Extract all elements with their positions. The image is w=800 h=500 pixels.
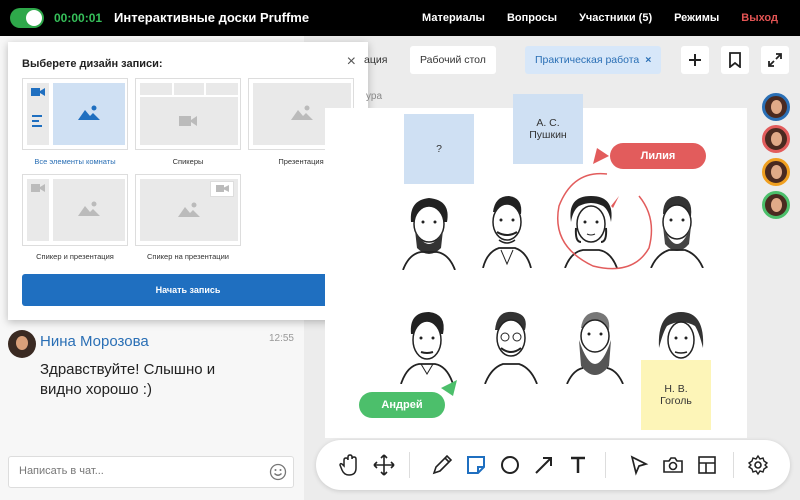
pencil-icon[interactable] — [431, 454, 453, 476]
nav-modes[interactable]: Режимы — [674, 12, 719, 24]
avatar — [8, 330, 36, 358]
cursor-label-liliya: Лилия — [610, 143, 706, 169]
camera-icon — [31, 184, 45, 192]
expand-icon — [768, 53, 782, 67]
top-bar: 00:00:01 Интерактивные доски Pruffme Мат… — [0, 0, 800, 36]
emoji-icon[interactable] — [269, 463, 287, 481]
participant-avatar-4[interactable] — [762, 191, 790, 219]
tab-desktop[interactable]: Рабочий стол — [410, 46, 496, 74]
bookmark-button[interactable] — [721, 46, 749, 74]
start-recording-button[interactable]: Начать запись — [22, 274, 354, 306]
portrait-7 — [566, 312, 624, 384]
portrait-1 — [402, 198, 456, 270]
chat-input[interactable] — [19, 465, 259, 477]
pointer-arrow-green — [441, 380, 457, 396]
nav-participants[interactable]: Участники (5) — [579, 12, 652, 24]
tab-practical-label: Практическая работа — [535, 54, 640, 66]
chat-author: Нина Морозова — [40, 333, 149, 350]
camera-icon[interactable] — [662, 454, 684, 476]
plus-icon — [689, 54, 701, 66]
nav-materials[interactable]: Материалы — [422, 12, 485, 24]
camera-icon — [216, 185, 229, 192]
image-icon — [178, 202, 200, 217]
design-option-speakers[interactable] — [135, 78, 241, 150]
nav-questions[interactable]: Вопросы — [507, 12, 557, 24]
camera-icon — [31, 88, 45, 96]
add-tab-button[interactable] — [681, 46, 709, 74]
sticky-note-icon[interactable] — [465, 454, 487, 476]
tab-desktop-label: Рабочий стол — [420, 54, 486, 66]
design-option-speaker-presentation-label: Спикер и презентация — [36, 252, 114, 261]
participant-avatar-2[interactable] — [762, 125, 790, 153]
toolbar-divider — [409, 452, 410, 478]
toggle-knob — [26, 10, 42, 26]
drawing-toolbar — [316, 440, 790, 490]
chat-text: Здравствуйте! Слышно и видно хорошо :) — [40, 361, 216, 398]
breadcrumb: ура — [366, 91, 383, 102]
sticky-note-question[interactable]: ? — [404, 114, 474, 184]
layout-icon[interactable] — [696, 454, 718, 476]
design-option-all[interactable] — [22, 78, 128, 150]
text-icon[interactable] — [567, 454, 589, 476]
presentation-list-icon — [32, 115, 42, 127]
image-icon — [291, 105, 313, 120]
toolbar-divider — [605, 452, 606, 478]
hand-icon[interactable] — [338, 454, 360, 476]
image-icon — [78, 105, 100, 120]
image-icon — [78, 201, 100, 216]
toolbar-divider — [733, 452, 734, 478]
design-option-speaker-on-presentation[interactable] — [135, 174, 241, 246]
portrait-6 — [484, 311, 538, 384]
portrait-gogol — [658, 312, 704, 359]
settings-icon[interactable] — [747, 454, 769, 476]
chat-input-box — [8, 456, 294, 488]
board-tabs: ация Рабочий стол Практическая работа × — [304, 36, 800, 86]
top-nav: Материалы Вопросы Участники (5) Режимы В… — [422, 0, 800, 36]
participant-avatar-3[interactable] — [762, 158, 790, 186]
cursor-label-andrey: Андрей — [359, 392, 445, 418]
participant-avatar-1[interactable] — [762, 93, 790, 121]
portrait-2 — [482, 196, 532, 268]
recording-toggle[interactable] — [10, 8, 44, 28]
pointer-arrow-red — [593, 148, 609, 164]
modal-title: Выберете дизайн записи: — [22, 58, 163, 70]
tab-close-icon[interactable]: × — [645, 54, 651, 66]
tab-practical-work[interactable]: Практическая работа × — [525, 46, 662, 74]
bookmark-icon — [729, 52, 741, 68]
pointer-icon[interactable] — [628, 454, 650, 476]
arrow-icon[interactable] — [533, 454, 555, 476]
exit-button[interactable]: Выход — [741, 12, 778, 24]
chat-time: 12:55 — [268, 333, 294, 344]
camera-icon — [179, 116, 197, 126]
session-timer: 00:00:01 — [54, 11, 103, 25]
fullscreen-button[interactable] — [761, 46, 789, 74]
portrait-5 — [400, 312, 454, 384]
design-option-speakers-label: Спикеры — [172, 157, 204, 166]
move-icon[interactable] — [373, 454, 395, 476]
highlight-circle — [557, 172, 653, 270]
design-option-speaker-on-presentation-label: Спикер на презентации — [147, 252, 229, 261]
tab-partial[interactable]: ация — [364, 46, 397, 74]
circle-icon[interactable] — [499, 454, 521, 476]
app-title: Интерактивные доски Pruffme — [114, 10, 310, 25]
sticky-note-pushkin[interactable]: А. С. Пушкин — [513, 94, 583, 164]
tab-partial-label: ация — [364, 54, 388, 66]
design-option-all-label: Все элементы комнаты — [34, 157, 116, 166]
design-option-speaker-presentation[interactable] — [22, 174, 128, 246]
